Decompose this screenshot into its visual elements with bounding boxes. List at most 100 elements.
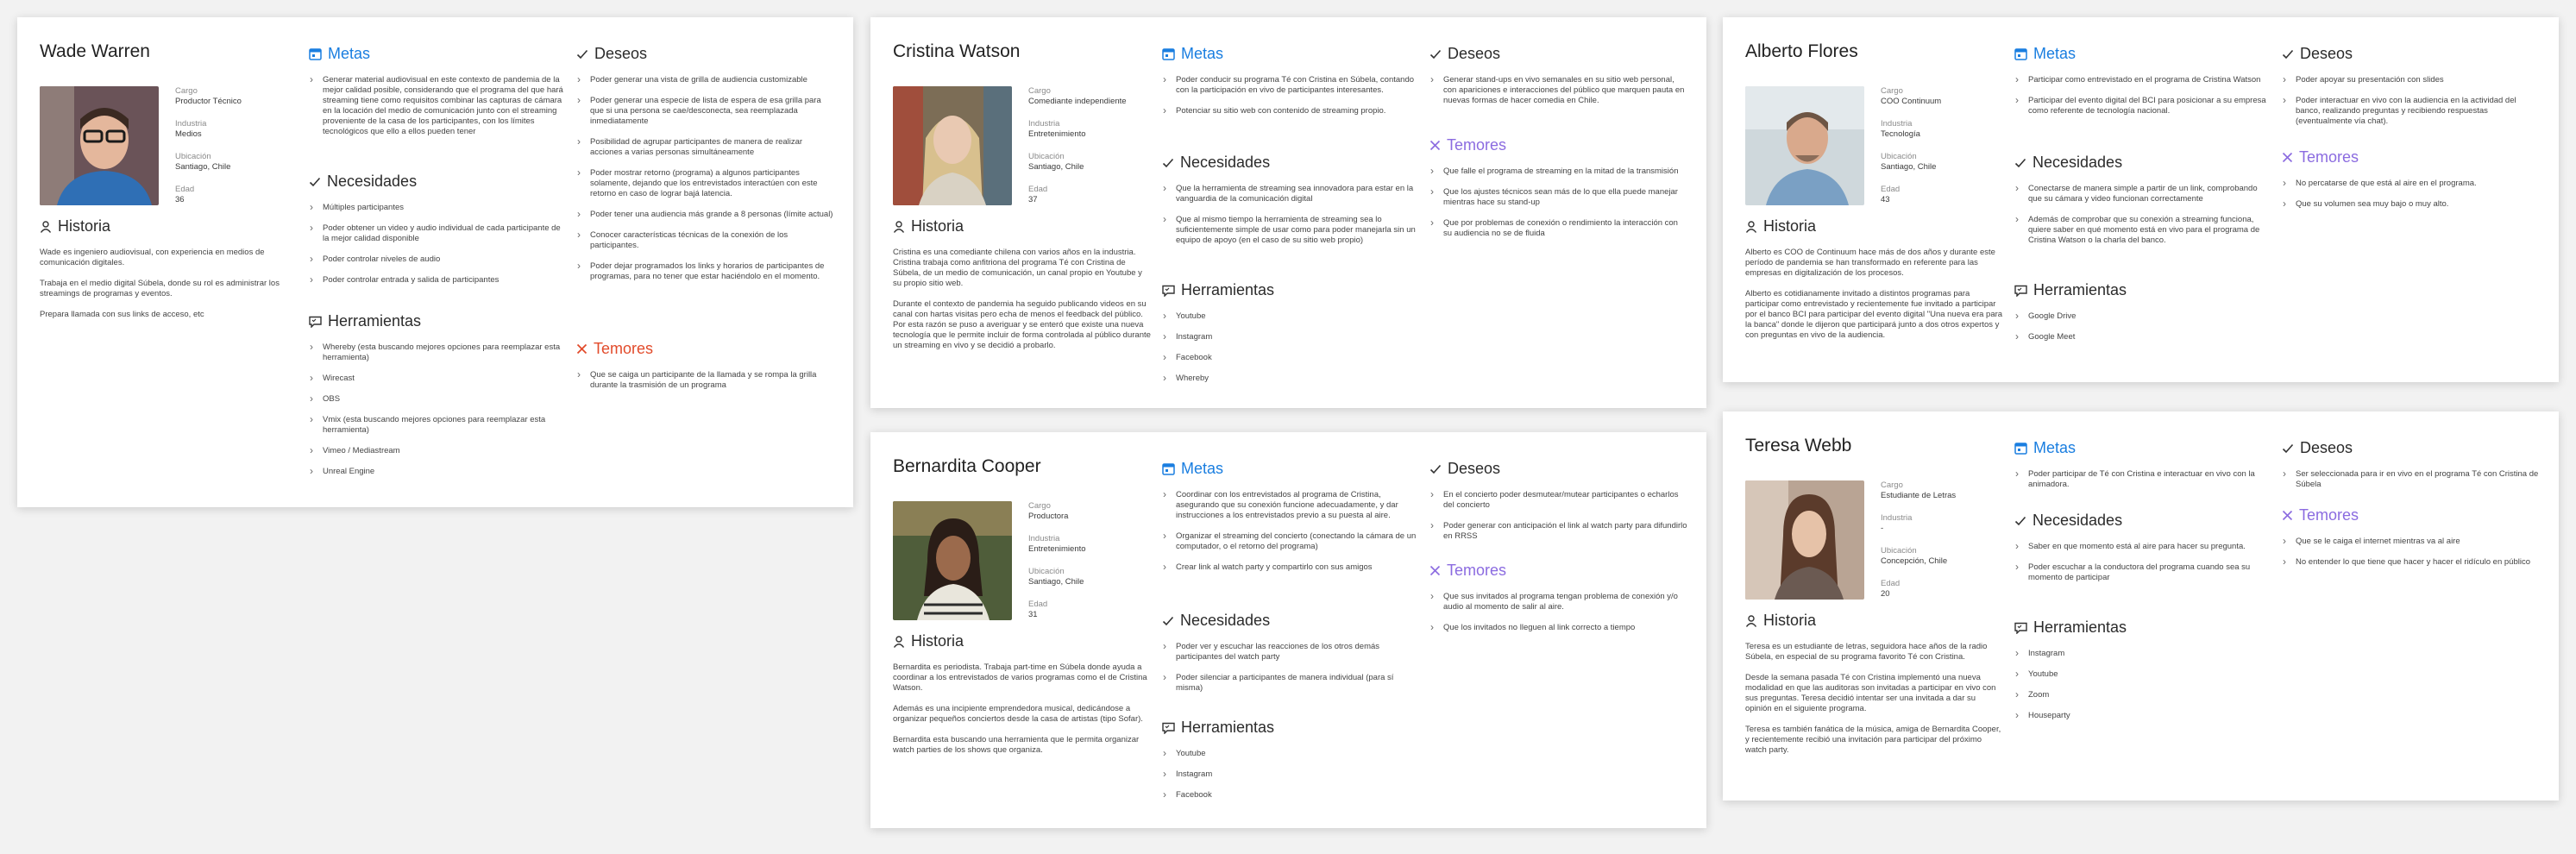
list-item: En el concierto poder desmutear/mutear p… <box>1429 489 1688 511</box>
list-item: Ser seleccionada para ir en vivo en el p… <box>2282 468 2541 490</box>
list-item: Que se caiga un participante de la llama… <box>576 369 835 391</box>
ubicacion-value: Concepción, Chile <box>1881 556 1948 566</box>
list-item: Youtube <box>2014 669 2273 680</box>
metas-section: Metas Generar material audiovisual en es… <box>309 45 568 148</box>
herramientas-section: Herramientas Youtube Instagram Facebook Whe… <box>1162 281 1421 394</box>
list-item: Poder tener una audiencia más grande a 8… <box>576 209 835 220</box>
temores-heading: Temores <box>1447 562 1507 579</box>
list-item: Wirecast <box>309 373 568 384</box>
calendar-icon <box>2014 443 2027 455</box>
herramientas-heading: Herramientas <box>1181 281 1275 298</box>
calendar-icon <box>309 48 322 60</box>
deseos-heading: Deseos <box>2300 45 2353 62</box>
list-item: Que falle el programa de streaming en la… <box>1429 166 1688 177</box>
list-item: Instagram <box>1162 769 1421 780</box>
deseos-section: Deseos Poder apoyar su presentación con … <box>2282 45 2541 137</box>
herramientas-section: Herramientas Instagram Youtube Zoom Housepa… <box>2014 619 2273 732</box>
deseos-heading: Deseos <box>1448 460 1501 477</box>
metas-heading: Metas <box>2033 45 2077 62</box>
metas-heading: Metas <box>2033 439 2077 456</box>
ubicacion-label: Ubicación <box>1881 152 1917 161</box>
historia-paragraph: Teresa es un estudiante de letras, segui… <box>1745 642 1988 662</box>
necesidades-heading: Necesidades <box>2033 512 2123 529</box>
industria-label: Industria <box>1881 513 1913 523</box>
list-item: Whereby <box>1162 373 1421 384</box>
list-item: Conocer características técnicas de la c… <box>576 229 835 251</box>
deseos-heading: Deseos <box>1448 45 1501 62</box>
persona-name: Cristina Watson <box>893 41 1021 61</box>
list-item: No percatarse de que está al aire en el … <box>2282 178 2541 189</box>
temores-section: Temores Que se le caiga el internet mien… <box>2282 506 2541 578</box>
persona-name: Alberto Flores <box>1745 41 1858 61</box>
cargo-value: Comediante independiente <box>1028 97 1127 106</box>
temores-section: Temores Que falle el programa de streami… <box>1429 136 1688 249</box>
historia-heading: Historia <box>1763 217 1817 235</box>
edad-value: 37 <box>1028 195 1038 204</box>
list-item: Potenciar su sitio web con contenido de … <box>1162 105 1421 116</box>
herramientas-section: Herramientas Youtube Instagram Facebook <box>1162 719 1421 811</box>
list-item: Youtube <box>1162 311 1421 322</box>
industria-label: Industria <box>1028 119 1060 129</box>
herramientas-heading: Herramientas <box>1181 719 1275 736</box>
list-item: Que por problemas de conexión o rendimie… <box>1429 217 1688 239</box>
list-item: Youtube <box>1162 748 1421 759</box>
necesidades-heading: Necesidades <box>2033 154 2123 171</box>
industria-label: Industria <box>175 119 207 129</box>
temores-section: Temores No percatarse de que está al air… <box>2282 148 2541 220</box>
historia-section: Historia Bernardita es periodista. Traba… <box>893 632 1152 766</box>
cargo-value: Estudiante de Letras <box>1881 491 1957 500</box>
persona-card-teresa: Teresa Webb Cargo Estudiante de Letras I… <box>1723 411 2559 801</box>
ubicacion-label: Ubicación <box>175 152 211 161</box>
ubicacion-label: Ubicación <box>1028 567 1065 576</box>
historia-paragraph: Bernardita es periodista. Trabaja part-t… <box>893 662 1147 693</box>
persona-name: Teresa Webb <box>1745 436 1852 455</box>
list-item: Coordinar con los entrevistados al progr… <box>1162 489 1421 521</box>
list-item: Facebook <box>1162 352 1421 363</box>
ubicacion-value: Santiago, Chile <box>1028 577 1084 587</box>
list-item: Poder participar de Té con Cristina e in… <box>2014 468 2273 490</box>
calendar-icon <box>1162 463 1175 475</box>
chat-icon <box>2014 285 2027 297</box>
deseos-section: Deseos Poder generar una vista de grilla… <box>576 45 835 292</box>
deseos-section: Deseos Generar stand-ups en vivo semanal… <box>1429 45 1688 116</box>
calendar-icon <box>2014 48 2027 60</box>
calendar-icon <box>1162 48 1175 60</box>
industria-value: Tecnología <box>1881 129 1920 139</box>
list-item: Participar del evento digital del BCI pa… <box>2014 95 2273 116</box>
persona-photo <box>893 86 1012 205</box>
list-item: Generar stand-ups en vivo semanales en s… <box>1429 74 1688 106</box>
list-item: OBS <box>309 393 568 405</box>
edad-label: Edad <box>1881 579 1901 588</box>
historia-paragraph: Wade es ingeniero audiovisual, con exper… <box>40 248 265 267</box>
list-item: Conectarse de manera simple a partir de … <box>2014 183 2273 204</box>
list-item: Poder controlar entrada y salida de part… <box>309 274 568 286</box>
metas-heading: Metas <box>1181 460 1224 477</box>
cargo-label: Cargo <box>1028 86 1051 96</box>
person-icon <box>40 220 52 233</box>
list-item: Que los ajustes técnicos sean más de lo … <box>1429 186 1688 208</box>
check-icon <box>576 49 588 59</box>
list-item: Unreal Engine <box>309 466 568 477</box>
historia-paragraph: Bernardita esta buscando una herramienta… <box>893 735 1140 755</box>
ubicacion-label: Ubicación <box>1881 546 1917 556</box>
historia-paragraph: Alberto es COO de Continuum hace más de … <box>1745 248 1995 278</box>
cargo-value: COO Continuum <box>1881 97 1942 106</box>
list-item: Poder conducir su programa Té con Cristi… <box>1162 74 1421 96</box>
person-icon <box>893 220 905 233</box>
edad-label: Edad <box>1028 600 1048 609</box>
list-item: Que la herramienta de streaming sea inno… <box>1162 183 1421 204</box>
list-item: Que sus invitados al programa tengan pro… <box>1429 591 1688 612</box>
list-item: Poder silenciar a participantes de maner… <box>1162 672 1421 694</box>
cargo-label: Cargo <box>1881 86 1903 96</box>
list-item: Saber en que momento está al aire para h… <box>2014 541 2273 552</box>
persona-card-alberto: Alberto Flores Cargo COO Continuum Indus… <box>1723 17 2559 382</box>
chat-icon <box>1162 722 1175 734</box>
edad-value: 31 <box>1028 610 1038 619</box>
edad-value: 20 <box>1881 589 1890 599</box>
persona-card-cristina: Cristina Watson Cargo Comediante indepen… <box>870 17 1706 408</box>
persona-info: Cargo Productora Industria Entretenimien… <box>1028 501 1145 632</box>
cargo-label: Cargo <box>1028 501 1051 511</box>
historia-heading: Historia <box>1763 612 1817 629</box>
historia-paragraph: Teresa es también fanática de la música,… <box>1745 725 2001 755</box>
deseos-heading: Deseos <box>594 45 648 62</box>
